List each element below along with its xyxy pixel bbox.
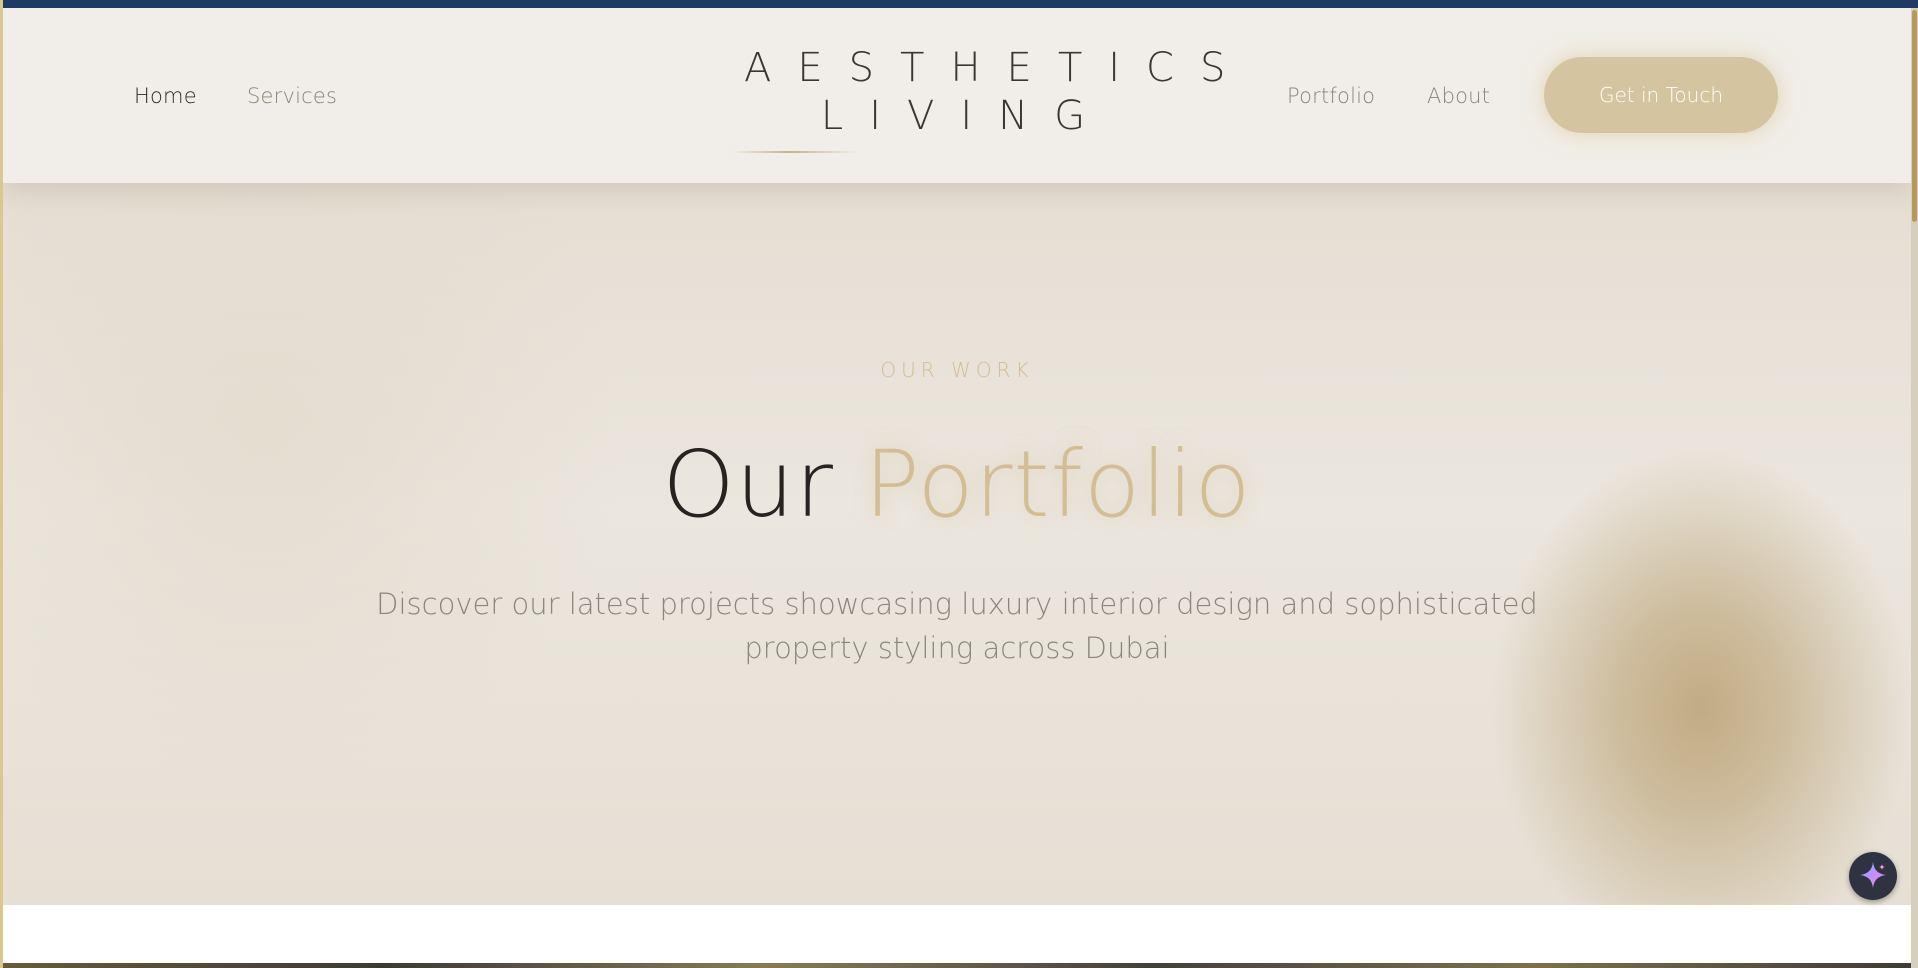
window-edge bbox=[0, 0, 3, 968]
nav-home-link[interactable]: Home bbox=[134, 84, 197, 108]
site-header: Home Services AESTHETICS LIVING Portfoli… bbox=[3, 8, 1911, 183]
logo-underline bbox=[730, 151, 860, 153]
get-in-touch-button[interactable]: Get in Touch bbox=[1544, 57, 1778, 133]
nav-services-link[interactable]: Services bbox=[247, 84, 337, 108]
assistant-fab-button[interactable] bbox=[1849, 852, 1897, 900]
page-scrollbar[interactable] bbox=[1911, 8, 1918, 968]
browser-viewport: Home Services AESTHETICS LIVING Portfoli… bbox=[0, 0, 1918, 968]
nav-portfolio-link[interactable]: Portfolio bbox=[1287, 84, 1375, 108]
sparkle-icon bbox=[1858, 860, 1888, 893]
page-title-accent: Portfolio bbox=[864, 431, 1252, 538]
below-fold-image-strip bbox=[0, 963, 1918, 968]
logo-line-2: LIVING bbox=[820, 93, 1112, 139]
scrollbar-thumb[interactable] bbox=[1912, 10, 1917, 222]
hero-eyebrow: OUR WORK bbox=[880, 358, 1034, 382]
logo-line-1: AESTHETICS bbox=[744, 45, 1252, 91]
page-title: Our Portfolio bbox=[3, 430, 1911, 540]
brand-logo[interactable]: AESTHETICS LIVING bbox=[718, 44, 1252, 140]
next-section bbox=[3, 905, 1911, 963]
page-title-main: Our bbox=[662, 431, 834, 538]
portfolio-hero: OUR WORK Our Portfolio Discover our late… bbox=[3, 183, 1911, 905]
top-accent-strip bbox=[0, 0, 1918, 8]
nav-about-link[interactable]: About bbox=[1427, 84, 1490, 108]
hero-subtitle: Discover our latest projects showcasing … bbox=[376, 587, 1538, 665]
